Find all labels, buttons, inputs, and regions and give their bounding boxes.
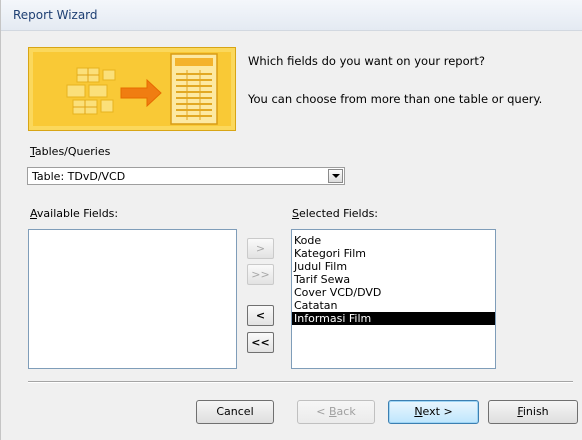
selected-fields-label: Selected Fields:	[292, 207, 379, 220]
add-field-button[interactable]: >	[247, 238, 274, 259]
table-to-report-icon	[66, 53, 218, 125]
available-label-rest: vailable Fields:	[36, 207, 119, 220]
window-title: Report Wizard	[13, 8, 98, 22]
wizard-question: Which fields do you want on your report?	[248, 54, 485, 68]
selected-label-rest: elected Fields:	[298, 207, 379, 220]
selected-field-item[interactable]: Kode	[292, 234, 495, 247]
cancel-button[interactable]: Cancel	[196, 400, 274, 424]
add-all-fields-button[interactable]: >>	[247, 264, 274, 285]
finish-label: Finish	[517, 405, 549, 418]
selected-field-item[interactable]: Informasi Film	[292, 312, 495, 325]
wizard-hint: You can choose from more than one table …	[248, 92, 543, 106]
title-bar[interactable]: Report Wizard	[1, 0, 582, 31]
next-label: Next >	[414, 405, 453, 418]
remove-all-fields-button[interactable]: <<	[247, 332, 274, 353]
remove-field-button[interactable]: <	[247, 305, 274, 326]
available-fields-label: Available Fields:	[30, 207, 119, 220]
wizard-banner-illustration	[28, 47, 236, 131]
selected-field-item[interactable]: Kategori Film	[292, 247, 495, 260]
selected-field-item[interactable]: Catatan	[292, 299, 495, 312]
footer-divider	[28, 381, 573, 383]
available-fields-list[interactable]	[28, 229, 237, 369]
selected-fields-list[interactable]: Kode Kategori Film Judul Film Tarif Sewa Cov…	[291, 229, 496, 369]
dropdown-arrow-icon[interactable]	[328, 169, 343, 183]
next-button[interactable]: Next >	[388, 400, 479, 424]
finish-button[interactable]: Finish	[488, 400, 578, 424]
tables-label-rest: ables/Queries	[34, 145, 111, 158]
tables-queries-label: Tables/Queries	[30, 145, 111, 158]
tables-queries-combobox[interactable]: Table: TDvD/VCD	[27, 167, 345, 185]
tables-queries-value: Table: TDvD/VCD	[32, 170, 126, 183]
selected-field-item[interactable]: Tarif Sewa	[292, 273, 495, 286]
selected-field-item[interactable]: Judul Film	[292, 260, 495, 273]
selected-field-item[interactable]: Cover VCD/DVD	[292, 286, 495, 299]
report-wizard-window: Report Wizard Which fields do you want o…	[0, 0, 582, 440]
back-button[interactable]: < Back	[297, 400, 375, 424]
back-label: < Back	[316, 405, 356, 418]
